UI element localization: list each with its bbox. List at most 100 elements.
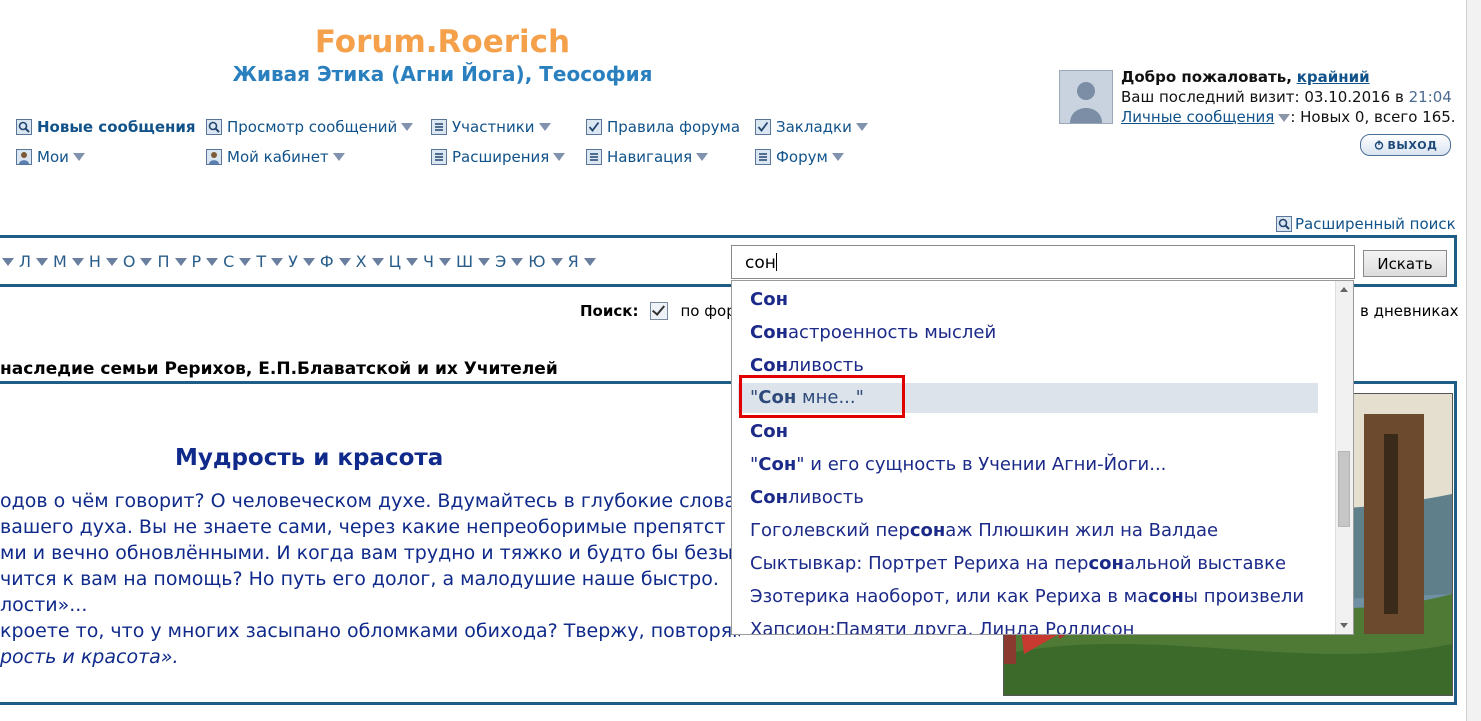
article-line: рость и красота». [0, 646, 179, 668]
username-link[interactable]: крайний [1297, 68, 1370, 86]
pre-text: Хапсион:Памяти друга, Линда Роллисон [750, 619, 1135, 635]
scroll-down-icon[interactable] [1340, 623, 1348, 628]
chevron-down-icon[interactable] [332, 153, 345, 161]
autocomplete-item[interactable]: Хапсион:Памяти друга, Линда Роллисон [750, 619, 1135, 635]
site-title[interactable]: Forum.Roerich [0, 24, 885, 60]
nav-new-posts[interactable]: Новые сообщения [16, 118, 196, 136]
chevron-down-icon[interactable] [478, 257, 491, 266]
nav-my[interactable]: Мои [16, 148, 85, 166]
letter-s[interactable]: С [223, 252, 234, 271]
nav-extensions[interactable]: Расширения [431, 148, 566, 166]
nav-new-posts-label: Новые сообщения [37, 118, 196, 136]
letter-sh[interactable]: Ш [456, 252, 473, 271]
default-avatar-icon [1070, 82, 1102, 123]
nav-members-label: Участники [452, 118, 535, 136]
window-scrollbar[interactable] [1466, 0, 1481, 721]
nav-forum-rules[interactable]: Правила форума [586, 118, 740, 136]
chevron-down-icon[interactable] [831, 153, 844, 161]
chevron-down-icon[interactable] [271, 257, 284, 266]
search-forum-checkbox[interactable] [650, 302, 669, 320]
pre-text: Сыктывкар: Портрет Рериха на пер [750, 553, 1089, 574]
chevron-down-icon[interactable] [439, 257, 451, 266]
autocomplete-item[interactable]: Гоголевский персонаж Плюшкин жил на Валд… [750, 520, 1218, 541]
scroll-up-icon[interactable] [1340, 287, 1348, 292]
nav-my-cabinet[interactable]: Мой кабинет [206, 148, 345, 166]
scrollbar-thumb[interactable] [1338, 451, 1350, 527]
autocomplete-item[interactable]: Сонливость [750, 487, 864, 508]
chevron-down-icon[interactable] [855, 123, 868, 131]
chevron-down-icon[interactable] [105, 257, 118, 266]
match-text: сон [1148, 586, 1184, 607]
chevron-down-icon[interactable] [206, 257, 219, 266]
chevron-down-icon[interactable] [72, 153, 85, 161]
article-body: одов о чём говорит? О человеческом духе.… [0, 488, 740, 670]
autocomplete-item[interactable]: Сыктывкар: Портрет Рериха на персонально… [750, 553, 1286, 574]
rest-text: альной выставке [1123, 553, 1287, 574]
letter-kh[interactable]: Х [356, 252, 367, 271]
chevron-down-icon[interactable] [36, 257, 49, 266]
letter-yu[interactable]: Ю [528, 252, 545, 271]
chevron-down-icon[interactable] [550, 257, 563, 266]
rest-text: астроенность мыслей [788, 322, 997, 343]
chevron-down-icon[interactable] [71, 257, 84, 266]
letter-r[interactable]: Р [192, 252, 202, 271]
autocomplete-item[interactable]: Сонастроенность мыслей [750, 322, 996, 343]
chevron-down-icon[interactable] [239, 257, 252, 266]
chevron-down-icon[interactable] [2, 257, 14, 266]
search-input[interactable]: сон [731, 245, 1355, 279]
chevron-down-icon[interactable] [371, 257, 384, 266]
nav-view-posts[interactable]: Просмотр сообщений [206, 118, 414, 136]
logout-button[interactable]: ВЫХОД [1360, 134, 1451, 156]
letter-n[interactable]: Н [89, 252, 101, 271]
chevron-down-icon[interactable] [583, 257, 596, 266]
nav-members[interactable]: Участники [431, 118, 551, 136]
article-line: чится к вам на помощь? Но путь его долог… [0, 568, 719, 590]
chevron-down-icon[interactable] [538, 123, 551, 131]
letter-m[interactable]: М [53, 252, 67, 271]
private-messages-link[interactable]: Личные сообщения [1121, 108, 1274, 126]
letter-u[interactable]: У [288, 252, 298, 271]
chevron-down-icon[interactable] [1278, 114, 1291, 122]
letter-ch[interactable]: Ч [423, 252, 434, 271]
chevron-down-icon[interactable] [302, 257, 315, 266]
chevron-down-icon[interactable] [401, 123, 414, 131]
chevron-down-icon[interactable] [406, 257, 419, 266]
user-welcome: Добро пожаловать, крайний Ваш последний … [1121, 67, 1456, 127]
autocomplete-item[interactable]: Сон [750, 289, 788, 310]
autocomplete-item[interactable]: Сонливость [750, 355, 864, 376]
dropdown-scrollbar[interactable] [1335, 281, 1353, 634]
match-text: Сон [750, 487, 789, 508]
chevron-down-icon[interactable] [174, 257, 187, 266]
nav-forum[interactable]: Форум [755, 148, 844, 166]
letter-e[interactable]: Э [495, 252, 506, 271]
letter-ya[interactable]: Я [568, 252, 579, 271]
site-subtitle: Живая Этика (Агни Йога), Теософия [232, 62, 653, 86]
autocomplete-item[interactable]: Сон [750, 421, 788, 442]
avatar[interactable] [1059, 70, 1113, 124]
chevron-down-icon[interactable] [553, 153, 566, 161]
article-line: ми и вечно обновлёнными. И когда вам тру… [0, 542, 733, 564]
chevron-down-icon[interactable] [338, 257, 351, 266]
letter-t[interactable]: Т [256, 252, 266, 271]
text-cursor [775, 253, 777, 271]
autocomplete-item[interactable]: Эзотерика наоборот, или как Рериха в мас… [750, 586, 1304, 607]
nav-navigation[interactable]: Навигация [586, 148, 709, 166]
nav-bookmarks[interactable]: Закладки [755, 118, 868, 136]
letter-p[interactable]: П [157, 252, 169, 271]
search-input-value: сон [745, 253, 776, 273]
search-button[interactable]: Искать [1363, 250, 1447, 277]
power-icon [1374, 140, 1383, 150]
autocomplete-item[interactable]: "Сон" и его сущность в Учении Агни-Йоги.… [750, 454, 1166, 475]
chevron-down-icon[interactable] [696, 153, 709, 161]
letter-ts[interactable]: Ц [389, 252, 401, 271]
letter-o[interactable]: О [123, 252, 136, 271]
nav-forum-rules-label: Правила форума [607, 118, 741, 136]
advanced-search-link[interactable]: Расширенный поиск [1276, 215, 1456, 233]
match-text: сон [909, 520, 946, 541]
chevron-down-icon[interactable] [140, 257, 153, 266]
letter-f[interactable]: Ф [320, 252, 334, 271]
nav-my-label: Мои [37, 148, 69, 166]
match-text: Сон [758, 454, 797, 475]
chevron-down-icon[interactable] [511, 257, 524, 266]
letter-l[interactable]: Л [19, 252, 31, 271]
